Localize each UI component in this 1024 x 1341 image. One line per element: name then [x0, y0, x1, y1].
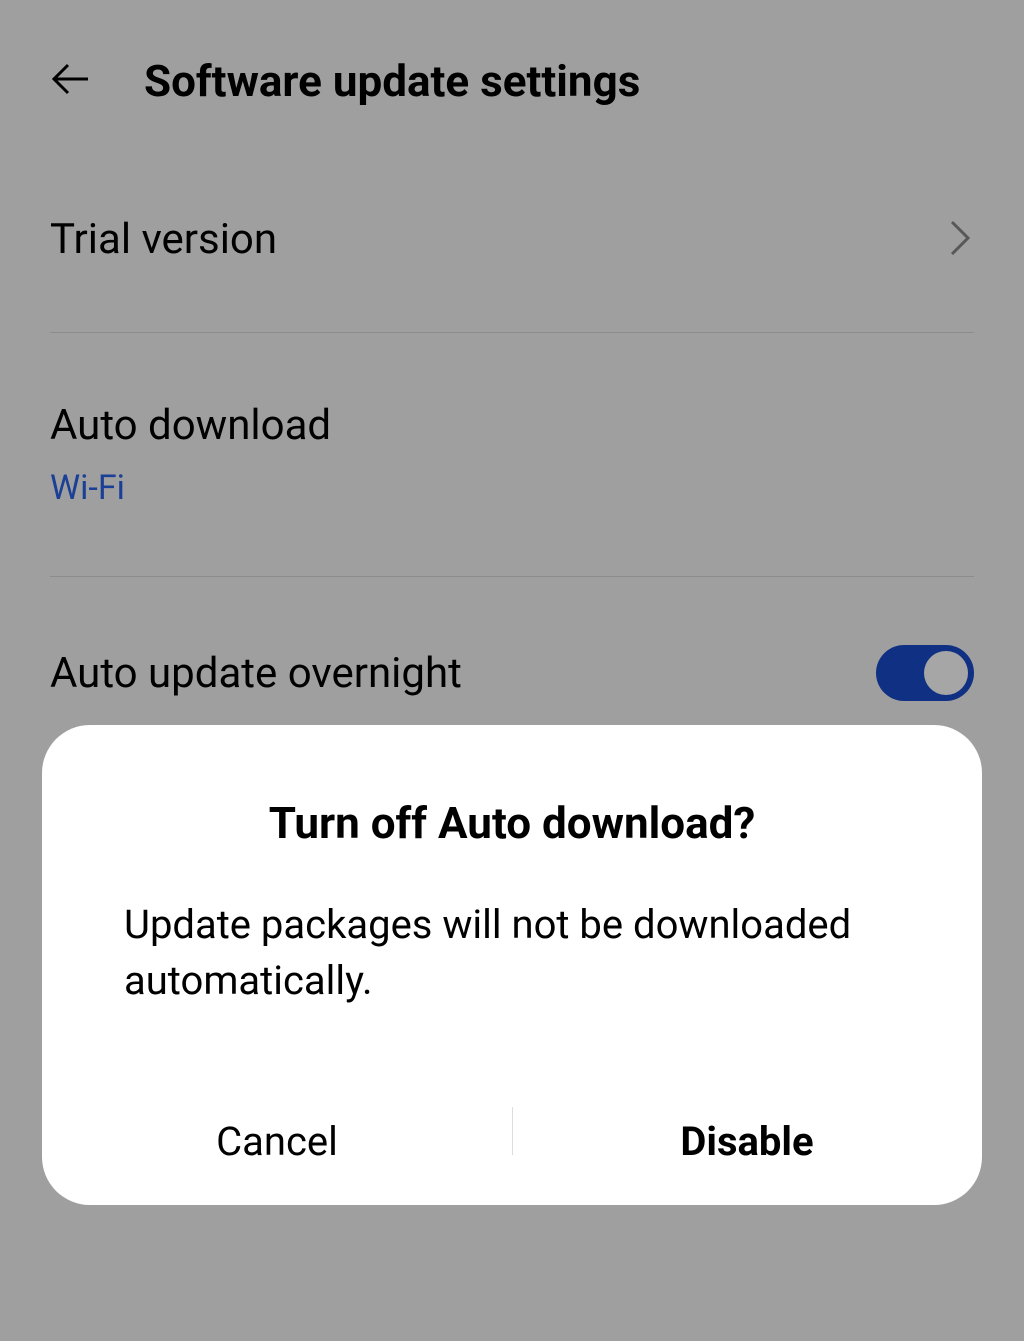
cancel-button[interactable]: Cancel	[42, 1077, 512, 1205]
disable-button[interactable]: Disable	[512, 1077, 982, 1205]
button-divider	[512, 1107, 513, 1155]
dialog-message: Update packages will not be downloaded a…	[42, 897, 982, 1077]
disable-button-label: Disable	[680, 1118, 813, 1165]
dialog-buttons: Cancel Disable	[42, 1077, 982, 1205]
dialog-title: Turn off Auto download?	[42, 797, 982, 897]
confirm-dialog: Turn off Auto download? Update packages …	[42, 725, 982, 1205]
